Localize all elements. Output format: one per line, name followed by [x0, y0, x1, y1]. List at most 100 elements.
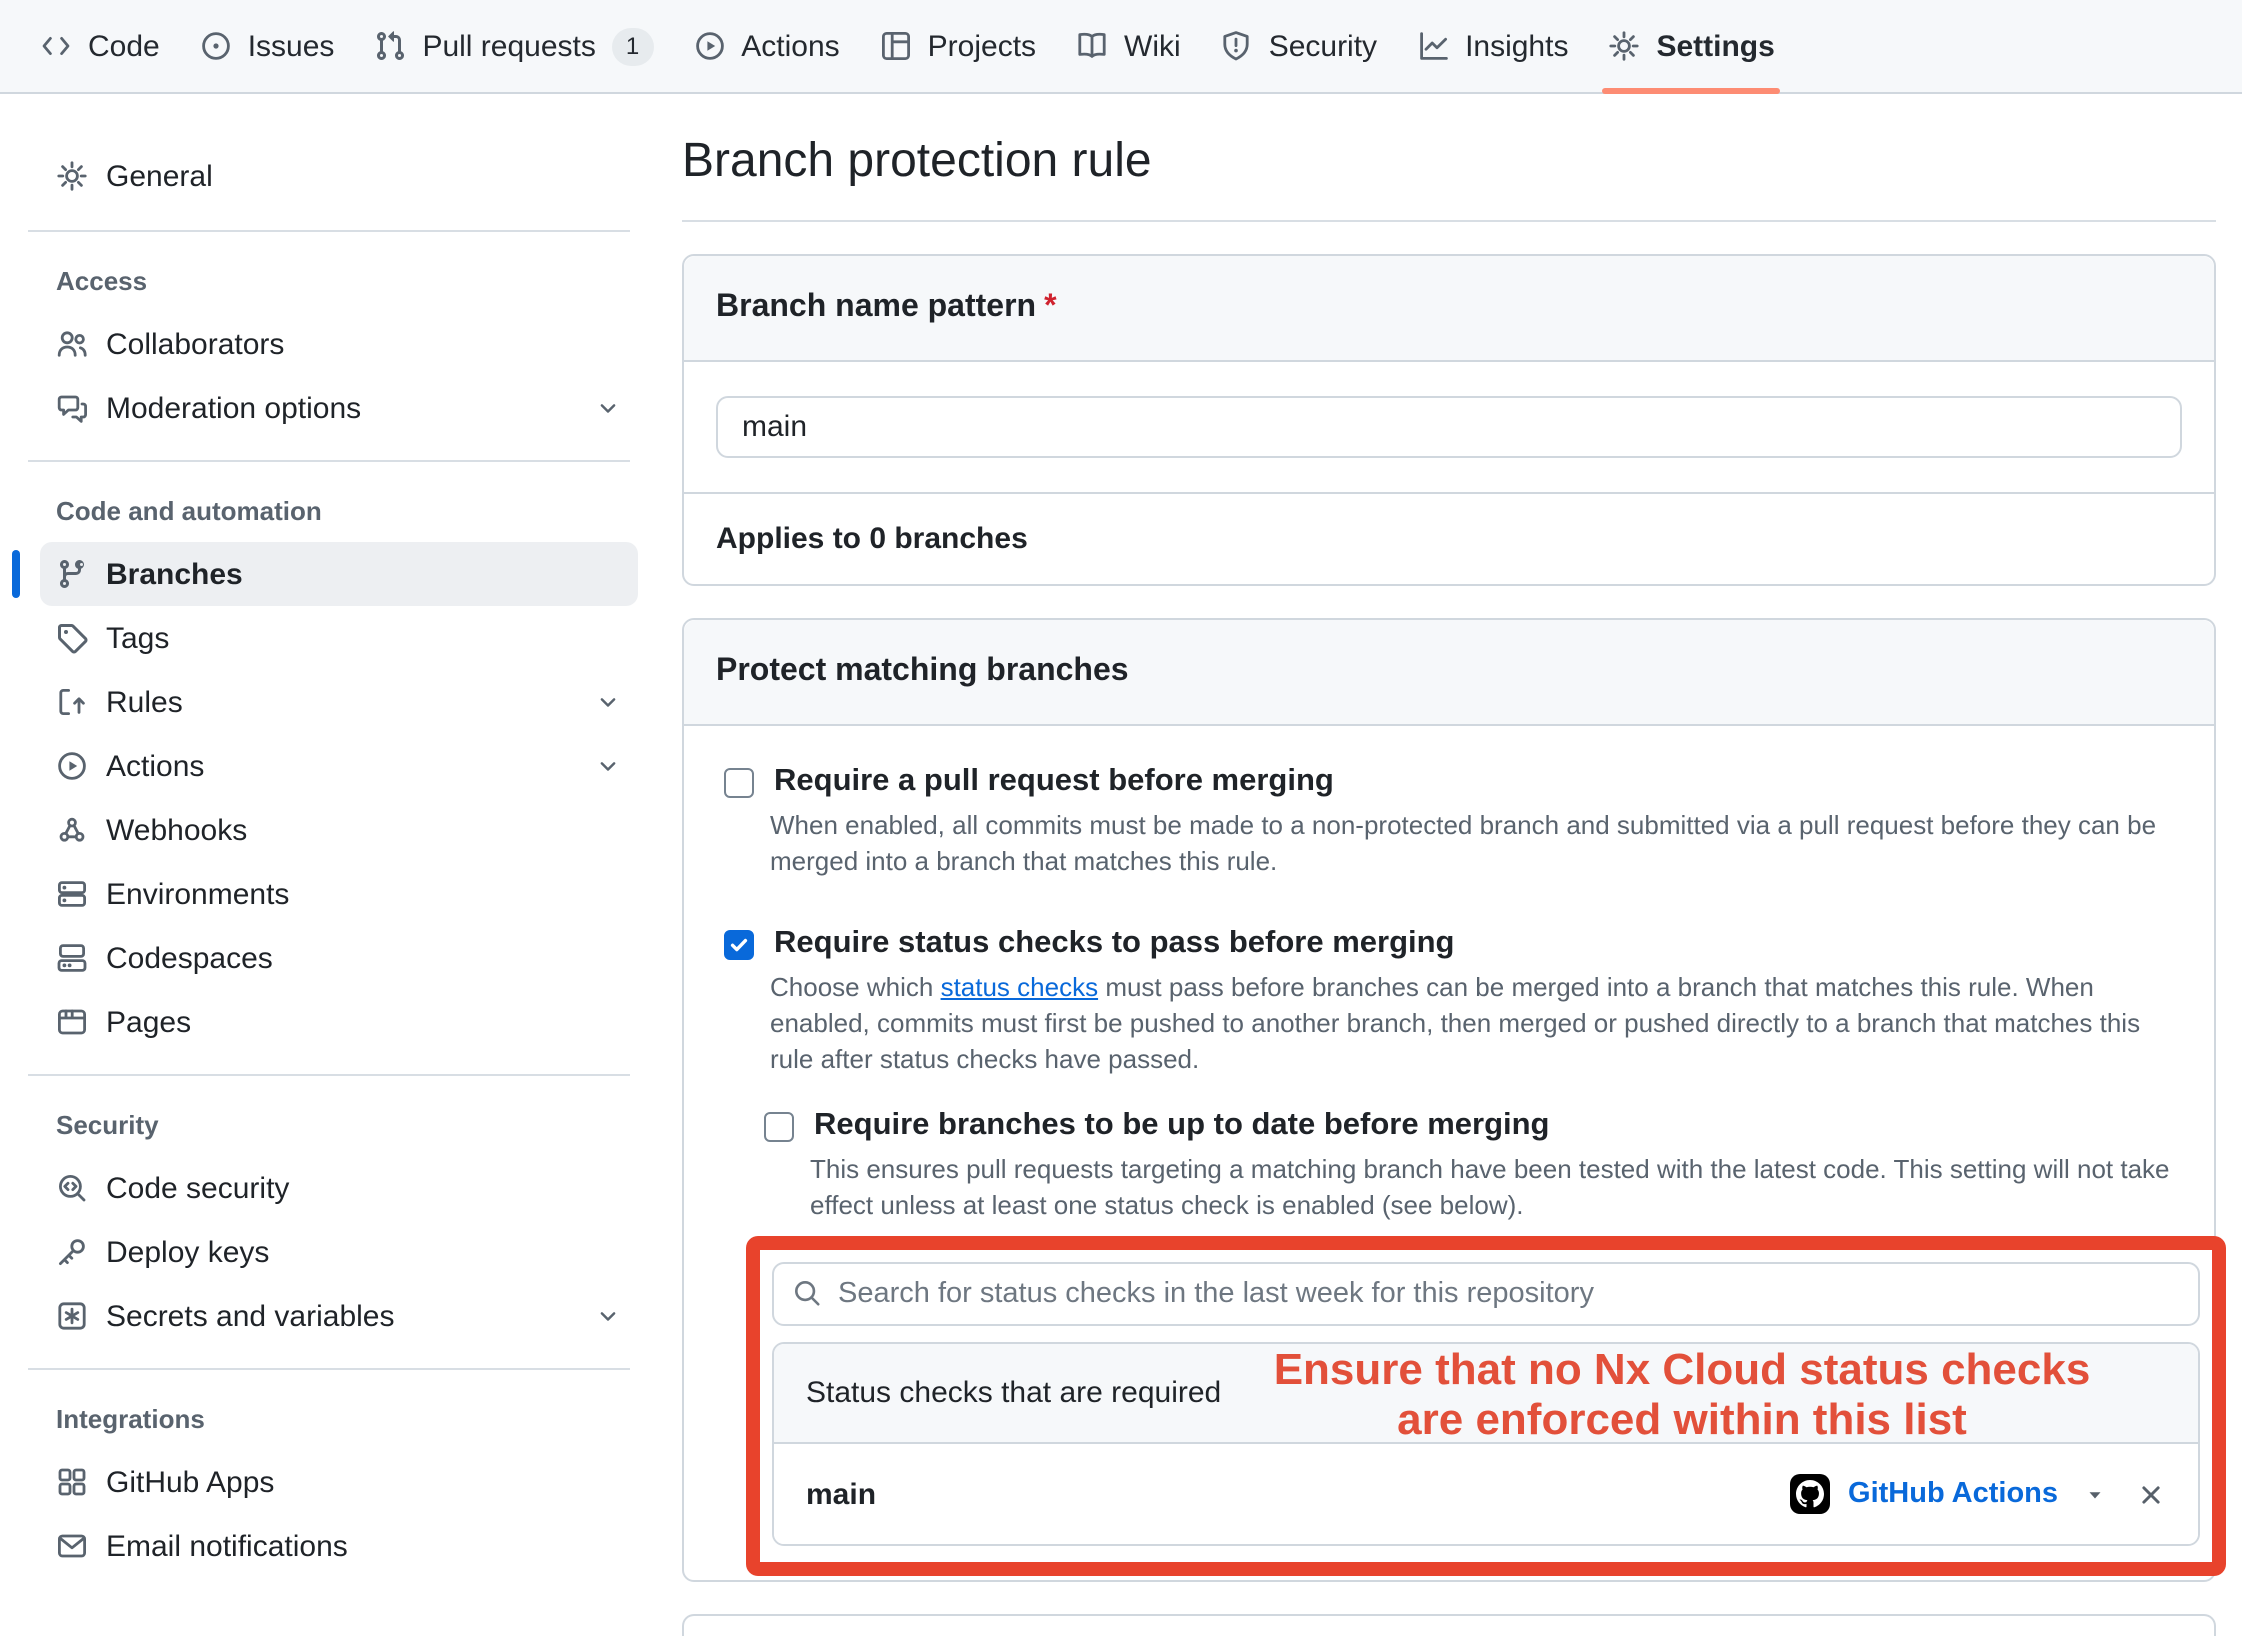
- tab-label: Projects: [928, 29, 1036, 63]
- require-status-checks-block: Require status checks to pass before mer…: [724, 924, 2174, 1576]
- branch-name-pattern-card: Branch name pattern* Applies to 0 branch…: [682, 254, 2216, 586]
- sidebar-item-label: Collaborators: [106, 327, 284, 361]
- sidebar-item-label: Deploy keys: [106, 1235, 269, 1269]
- branch-name-pattern-input[interactable]: [716, 396, 2182, 458]
- sidebar-item-webhooks[interactable]: Webhooks: [40, 798, 638, 862]
- sidebar-item-label: GitHub Apps: [106, 1465, 274, 1499]
- protect-matching-branches-header: Protect matching branches: [684, 620, 2214, 726]
- server-icon: [56, 878, 88, 910]
- sidebar-item-deploy-keys[interactable]: Deploy keys: [40, 1220, 638, 1284]
- status-checks-link[interactable]: status checks: [941, 972, 1099, 1002]
- sidebar-item-label: Tags: [106, 621, 169, 655]
- protect-card-body: Require a pull request before merging Wh…: [684, 726, 2214, 1580]
- tab-issues[interactable]: Issues: [180, 0, 355, 92]
- sidebar-item-label: Codespaces: [106, 941, 273, 975]
- page-title: Branch protection rule: [682, 134, 2216, 190]
- description-text: Choose which: [770, 972, 941, 1002]
- tab-label: Insights: [1465, 29, 1568, 63]
- asterisk-box-icon: [56, 1300, 88, 1332]
- sidebar-item-label: Branches: [106, 557, 243, 591]
- required-asterisk: *: [1044, 290, 1056, 324]
- caret-down-icon[interactable]: [2084, 1483, 2106, 1505]
- git-pull-request-icon: [374, 30, 406, 62]
- github-actions-link[interactable]: GitHub Actions: [1848, 1478, 2058, 1510]
- tab-projects[interactable]: Projects: [860, 0, 1056, 92]
- apps-icon: [56, 1466, 88, 1498]
- tab-settings[interactable]: Settings: [1588, 0, 1794, 92]
- sidebar-divider: [28, 1368, 630, 1370]
- require-pull-request-block: Require a pull request before merging Wh…: [724, 762, 2174, 880]
- sidebar-item-label: Actions: [106, 749, 204, 783]
- sidebar-item-pages[interactable]: Pages: [40, 990, 638, 1054]
- pull-requests-count-badge: 1: [612, 27, 653, 65]
- sidebar-item-branches[interactable]: Branches: [40, 542, 638, 606]
- sidebar-item-secrets-variables[interactable]: Secrets and variables: [40, 1284, 638, 1348]
- chevron-down-icon: [594, 688, 622, 716]
- sidebar-item-code-security[interactable]: Code security: [40, 1156, 638, 1220]
- remove-status-check-icon[interactable]: [2136, 1479, 2166, 1509]
- sidebar-item-actions[interactable]: Actions: [40, 734, 638, 798]
- tab-label: Code: [88, 29, 160, 63]
- sidebar-item-label: Code security: [106, 1171, 289, 1205]
- shield-icon: [1221, 30, 1253, 62]
- browser-icon: [56, 1006, 88, 1038]
- key-icon: [56, 1236, 88, 1268]
- tab-wiki[interactable]: Wiki: [1056, 0, 1201, 92]
- graph-icon: [1417, 30, 1449, 62]
- play-icon: [56, 750, 88, 782]
- sidebar-item-environments[interactable]: Environments: [40, 862, 638, 926]
- table-icon: [880, 30, 912, 62]
- play-icon: [693, 30, 725, 62]
- codespaces-icon: [56, 942, 88, 974]
- annotation-highlight-box: Status checks that are required Ensure t…: [746, 1236, 2226, 1576]
- sidebar-item-codespaces[interactable]: Codespaces: [40, 926, 638, 990]
- require-pull-request-label[interactable]: Require a pull request before merging: [774, 762, 1334, 802]
- sidebar-item-label: Webhooks: [106, 813, 247, 847]
- status-checks-list-header: Status checks that are required Ensure t…: [774, 1344, 2198, 1444]
- require-up-to-date-checkbox[interactable]: [764, 1112, 794, 1142]
- tab-label: Issues: [248, 29, 335, 63]
- status-checks-search-input[interactable]: [772, 1262, 2200, 1326]
- next-card-top-edge: [682, 1614, 2216, 1636]
- tab-security[interactable]: Security: [1201, 0, 1397, 92]
- sidebar-item-general[interactable]: General: [40, 142, 638, 210]
- annotation-line-1: Ensure that no Nx Cloud status checks: [1194, 1343, 2170, 1393]
- sidebar-divider: [28, 460, 630, 462]
- sidebar-item-tags[interactable]: Tags: [40, 606, 638, 670]
- applies-to-branches-text: Applies to 0 branches: [684, 494, 2214, 584]
- sidebar-item-github-apps[interactable]: GitHub Apps: [40, 1450, 638, 1514]
- code-scan-icon: [56, 1172, 88, 1204]
- search-icon: [792, 1278, 822, 1308]
- people-icon: [56, 328, 88, 360]
- sidebar-item-label: Email notifications: [106, 1529, 348, 1563]
- status-check-name: main: [806, 1477, 876, 1511]
- sidebar-item-moderation-options[interactable]: Moderation options: [40, 376, 638, 440]
- branch-name-input-section: [684, 362, 2214, 494]
- sidebar-section-code-automation: Code and automation: [20, 482, 638, 542]
- tab-code[interactable]: Code: [20, 0, 180, 92]
- tab-insights[interactable]: Insights: [1397, 0, 1588, 92]
- require-status-checks-checkbox[interactable]: [724, 930, 754, 960]
- sidebar-item-rules[interactable]: Rules: [40, 670, 638, 734]
- tab-pull-requests[interactable]: Pull requests 1: [354, 0, 673, 92]
- issue-opened-icon: [200, 30, 232, 62]
- require-pull-request-checkbox[interactable]: [724, 768, 754, 798]
- require-up-to-date-label[interactable]: Require branches to be up to date before…: [814, 1106, 1550, 1146]
- comment-discussion-icon: [56, 392, 88, 424]
- require-up-to-date-description: This ensures pull requests targeting a m…: [810, 1152, 2174, 1224]
- check-icon: [728, 934, 750, 956]
- sidebar-item-collaborators[interactable]: Collaborators: [40, 312, 638, 376]
- tag-icon: [56, 622, 88, 654]
- tab-label: Settings: [1656, 29, 1774, 63]
- chevron-down-icon: [594, 1302, 622, 1330]
- sidebar-section-access: Access: [20, 252, 638, 312]
- sidebar-item-label: Moderation options: [106, 391, 361, 425]
- tab-actions[interactable]: Actions: [673, 0, 859, 92]
- status-checks-list-header-label: Status checks that are required: [806, 1376, 1221, 1410]
- sidebar-item-email-notifications[interactable]: Email notifications: [40, 1514, 638, 1578]
- sidebar-item-label: Environments: [106, 877, 289, 911]
- require-status-checks-label[interactable]: Require status checks to pass before mer…: [774, 924, 1455, 964]
- settings-sidebar: General Access Collaborators Moderation …: [0, 94, 662, 1578]
- title-divider: [682, 220, 2216, 222]
- sidebar-section-integrations: Integrations: [20, 1390, 638, 1450]
